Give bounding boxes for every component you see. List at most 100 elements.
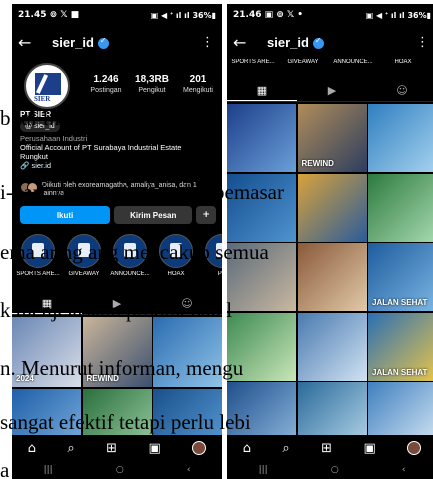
grid-tab-icon[interactable]: ▦ (12, 293, 82, 314)
logo-text: SIER (34, 95, 51, 103)
post-thumbnail[interactable]: JALAN SEHAT (368, 312, 433, 381)
story-highlights: SPORTS ARE... GIVEAWAY ANNOUNCE... HOAX … (12, 234, 222, 282)
back-arrow-icon[interactable]: ← (18, 33, 36, 52)
search-icon[interactable]: ⌕ (67, 441, 74, 456)
highlight-announcement[interactable]: ANNOUNCE... (331, 56, 375, 65)
message-button[interactable]: Kirim Pesan (114, 206, 193, 224)
post-thumbnail[interactable] (297, 173, 367, 242)
highlight-hoax[interactable]: HOAX (381, 56, 425, 65)
reels-tab-icon[interactable]: ▶ (297, 80, 367, 101)
profile-avatar[interactable]: SIER (24, 63, 70, 109)
highlight-label: SPORTS ARE... (231, 59, 275, 65)
reels-icon[interactable]: ▣ (148, 441, 160, 456)
profile-bio: PT SIER @ sier_id Perusahaan Industri Of… (20, 110, 220, 170)
create-post-icon[interactable]: ⊞ (106, 441, 117, 456)
highlight-label: GIVEAWAY (68, 271, 100, 277)
recent-apps-icon[interactable]: ||| (259, 465, 268, 475)
reels-tab-icon[interactable]: ▶ (82, 293, 152, 314)
followed-by[interactable]: Diikuti oleh exoreamagatha, amaliya_anis… (20, 182, 220, 198)
back-button-icon[interactable]: ‹ (187, 465, 191, 475)
post-thumbnail[interactable]: JALAN SEHAT (368, 243, 433, 311)
bottom-navigation: ⌂ ⌕ ⊞ ▣ (227, 435, 433, 461)
post-thumbnail[interactable] (227, 173, 296, 242)
highlight-label: ANNOUNCE... (333, 59, 373, 65)
post-thumbnail[interactable] (153, 317, 222, 387)
post-thumbnail[interactable] (368, 173, 433, 242)
system-navigation: ||| ○ ‹ (12, 461, 222, 479)
profile-category: Perusahaan Industri (20, 134, 88, 143)
bio-line-2: Rungkut (20, 152, 48, 161)
post-thumbnail[interactable] (227, 243, 296, 311)
highlight-cover (67, 234, 101, 268)
more-options-icon[interactable]: ⋮ (201, 35, 214, 50)
reels-icon[interactable]: ▣ (363, 441, 375, 456)
stat-posts-value: 1.246 (93, 74, 119, 85)
tagged-tab-icon[interactable]: ☺ (152, 293, 222, 314)
story-highlights-scrolled: SPORTS ARE... GIVEAWAY ANNOUNCE... HOAX (227, 56, 433, 72)
post-caption: JALAN SEHAT (372, 298, 428, 307)
profile-tabs: ▦ ▶ ☺ (227, 80, 433, 102)
back-arrow-icon[interactable]: ← (233, 33, 251, 52)
profile-avatar-icon[interactable] (407, 441, 422, 455)
home-button-icon[interactable]: ○ (331, 465, 339, 475)
suggest-people-button[interactable]: + (196, 206, 216, 224)
verified-badge-icon (97, 36, 109, 49)
highlight-label: HOAX (167, 271, 185, 277)
back-button-icon[interactable]: ‹ (402, 465, 406, 475)
post-thumbnail[interactable]: 2024 (12, 317, 81, 387)
stat-followers-value: 18,3RB (135, 74, 169, 85)
create-post-icon[interactable]: ⊞ (321, 441, 332, 456)
recent-apps-icon[interactable]: ||| (44, 465, 53, 475)
profile-link[interactable]: 🔗 sier.id (20, 161, 220, 170)
stat-posts[interactable]: 1.246 Postingan (82, 74, 130, 94)
stat-following-label: Mengikuti (183, 87, 213, 94)
highlight-giveaway[interactable]: GIVEAWAY (62, 234, 106, 277)
home-icon[interactable]: ⌂ (28, 441, 36, 456)
threads-badge[interactable]: @ sier_id (20, 121, 60, 132)
profile-username: sier_id (267, 35, 324, 50)
post-thumbnail[interactable]: REWIND (82, 317, 152, 387)
follower-avatar (26, 182, 38, 193)
highlight-sports[interactable]: SPORTS ARE... (16, 234, 60, 277)
post-thumbnail[interactable] (227, 104, 296, 172)
post-thumbnail[interactable] (227, 312, 296, 381)
highlight-hoax[interactable]: HOAX (154, 234, 198, 277)
stat-following[interactable]: 201 Mengikuti (174, 74, 222, 94)
more-options-icon[interactable]: ⋮ (416, 35, 429, 50)
post-thumbnail[interactable]: REWIND (297, 104, 367, 172)
post-thumbnail[interactable] (297, 312, 367, 381)
highlight-pr[interactable]: PR (200, 234, 222, 277)
highlight-sports[interactable]: SPORTS ARE... (231, 56, 275, 65)
highlight-label: SPORTS ARE... (16, 271, 60, 277)
system-navigation: ||| ○ ‹ (227, 461, 433, 479)
highlight-giveaway[interactable]: GIVEAWAY (281, 56, 325, 65)
search-icon[interactable]: ⌕ (282, 441, 289, 456)
tagged-tab-icon[interactable]: ☺ (367, 80, 433, 101)
status-icons: ▣ ◀ ᐩ ıl ıl 36%▮ (365, 10, 431, 20)
highlight-label: ANNOUNCE... (110, 271, 150, 277)
home-icon[interactable]: ⌂ (243, 441, 251, 456)
status-time: 21.46 ▣ ⊚ 𝕏 • (233, 10, 304, 20)
post-caption: 2024 (16, 374, 34, 383)
post-thumbnail[interactable] (368, 104, 433, 172)
stat-following-value: 201 (189, 74, 207, 85)
highlight-cover (113, 234, 147, 268)
follow-button[interactable]: Ikuti (20, 206, 111, 224)
home-button-icon[interactable]: ○ (116, 465, 124, 475)
profile-username: sier_id (52, 35, 109, 50)
status-bar: 21.46 ▣ ⊚ 𝕏 • ▣ ◀ ᐩ ıl ıl 36%▮ (227, 4, 433, 26)
phone-screen-profile: 21.45 ⊚ 𝕏 ■ ▣ ◀ ᐩ ıl ıl 36%▮ ← sier_id ⋮… (12, 4, 222, 479)
top-bar: ← sier_id ⋮ (12, 29, 222, 55)
post-grid: REWIND JALAN SEHAT JALAN SEHAT (227, 104, 433, 450)
followed-by-text: Diikuti oleh exoreamagatha, amaliya_anis… (41, 182, 197, 197)
profile-avatar-icon[interactable] (192, 441, 207, 455)
stat-followers[interactable]: 18,3RB Pengikut (128, 74, 176, 94)
profile-tabs: ▦ ▶ ☺ (12, 293, 222, 315)
highlight-announcement[interactable]: ANNOUNCE... (108, 234, 152, 277)
status-time: 21.45 ⊚ 𝕏 ■ (18, 10, 80, 20)
post-thumbnail[interactable] (297, 243, 367, 311)
bio-line-1: Official Account of PT Surabaya Industri… (20, 143, 182, 152)
grid-tab-icon[interactable]: ▦ (227, 80, 297, 101)
top-bar: ← sier_id ⋮ (227, 29, 433, 55)
post-caption: REWIND (301, 159, 334, 168)
